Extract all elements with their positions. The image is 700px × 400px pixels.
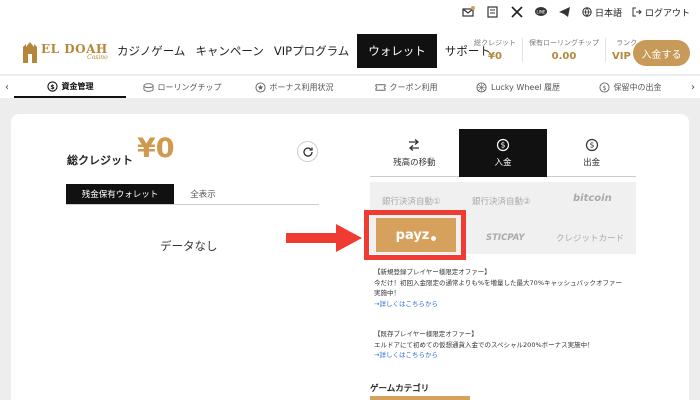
game-category-bar[interactable] xyxy=(370,396,470,400)
refresh-button[interactable] xyxy=(297,141,318,162)
tab-divider xyxy=(66,204,319,205)
stat-credit-value: ¥0 xyxy=(488,51,502,62)
tab-label: 残高の移動 xyxy=(393,157,436,168)
logout-link[interactable]: ログアウト xyxy=(632,6,690,19)
subnav-label: Lucky Wheel 履歴 xyxy=(491,82,560,92)
stat-rolling-chip: 保有ローリングチップ 0.00 xyxy=(522,38,605,62)
tab-wallet-balance[interactable]: 残金保有ウォレット xyxy=(66,184,174,204)
subnav-rolling-chip[interactable]: ローリングチップ xyxy=(126,76,238,98)
wallet-subnav: ‹ $ 資金管理 ローリングチップ ボーナス利用状況 クーポン利用 Lucky … xyxy=(0,76,700,98)
tab-balance-transfer[interactable]: 残高の移動 xyxy=(370,129,459,177)
language-selector[interactable]: 日本語 xyxy=(582,6,622,19)
red-arrow-annotation xyxy=(286,224,362,252)
svg-text:$: $ xyxy=(589,140,594,149)
nav-wallet[interactable]: ウォレット xyxy=(357,34,437,68)
help-icon[interactable] xyxy=(486,5,500,19)
subnav-coupon[interactable]: クーポン利用 xyxy=(350,76,462,98)
refresh-icon xyxy=(302,146,313,157)
top-utility-bar: LINE 日本語 ログアウト xyxy=(0,0,700,28)
method-bitcoin[interactable]: bitcoin xyxy=(573,193,612,204)
method-sticpay[interactable]: STICPAY xyxy=(486,233,525,243)
subnav-bonus-status[interactable]: ボーナス利用状況 xyxy=(238,76,350,98)
method-credit-card[interactable]: クレジットカード xyxy=(556,232,624,244)
subnav-lucky-wheel[interactable]: Lucky Wheel 履歴 xyxy=(462,76,574,98)
tab-label: 出金 xyxy=(583,157,601,168)
withdraw-dollar-icon: $ xyxy=(585,138,598,151)
payz-highlight-box xyxy=(364,210,466,260)
account-stats: 総クレジット ¥0 保有ローリングチップ 0.00 ランク VIP 1 xyxy=(468,38,647,62)
deposit-button[interactable]: 入金する xyxy=(633,40,690,66)
subnav-label: クーポン利用 xyxy=(389,82,438,92)
logo-castle-icon xyxy=(23,42,37,63)
nav-casino-games[interactable]: カジノゲーム xyxy=(112,34,190,68)
chevron-right-icon[interactable]: › xyxy=(686,82,700,93)
method-bank-auto-1[interactable]: 銀行決済自動① xyxy=(382,195,441,207)
wallet-credit-value: ¥0 xyxy=(137,133,175,164)
logout-icon xyxy=(632,7,642,17)
promo-text: エルドアにて初めての仮想通貨入金でのスペシャル200%ボーナス実施中！ xyxy=(374,340,594,349)
subnav-label: ボーナス利用状況 xyxy=(269,82,334,92)
game-category-heading: ゲームカテゴリ xyxy=(370,384,430,394)
svg-text:$: $ xyxy=(501,141,506,150)
subnav-fund-management[interactable]: $ 資金管理 xyxy=(14,76,126,98)
telegram-icon[interactable] xyxy=(558,5,572,19)
subnav-label: 保留中の出金 xyxy=(613,82,662,92)
dollar-circle-icon: $ xyxy=(598,81,610,93)
dollar-circle-icon: $ xyxy=(46,80,58,92)
wallet-credit-label: 総クレジット xyxy=(67,154,133,167)
promo-new-player: 【新規登録プレイヤー様限定オファー】 今だけ！初回入金限定の通常よりも%を増量し… xyxy=(374,267,622,309)
mailbox-icon[interactable] xyxy=(462,5,476,19)
wheel-icon xyxy=(476,81,487,93)
promo-text: 実施中！ xyxy=(374,289,400,297)
top-icons: LINE 日本語 ログアウト xyxy=(462,5,690,19)
tab-deposit[interactable]: $ 入金 xyxy=(458,129,548,177)
stat-rolling-value: 0.00 xyxy=(551,51,577,62)
language-label: 日本語 xyxy=(594,8,622,19)
logout-label: ログアウト xyxy=(644,8,690,19)
deposit-dollar-icon: $ xyxy=(496,138,510,152)
nav-campaign[interactable]: キャンペーン xyxy=(190,34,268,68)
stat-rolling-label: 保有ローリングチップ xyxy=(529,39,599,47)
transfer-arrows-icon xyxy=(409,138,420,151)
main-header: EL DOAH Casino カジノゲーム キャンペーン VIPプログラム ウォ… xyxy=(0,28,700,74)
line-chat-icon[interactable]: LINE xyxy=(534,5,548,19)
tab-label: 入金 xyxy=(494,158,512,168)
promo-title: 【新規登録プレイヤー様限定オファー】 xyxy=(374,268,491,276)
chips-icon xyxy=(142,82,154,92)
empty-state-text: データなし xyxy=(160,239,218,253)
subnav-label: ローリングチップ xyxy=(157,82,222,92)
promo-text: 今だけ！初回入金限定の通常よりも%を増量した最大70%キャッシュバックオファー xyxy=(374,278,622,287)
globe-icon xyxy=(582,7,592,17)
method-bank-auto-2[interactable]: 銀行決済自動② xyxy=(472,195,531,207)
star-badge-icon xyxy=(254,81,266,93)
promo-link[interactable]: →詳しくはこちらから xyxy=(374,350,594,361)
stat-total-credit: 総クレジット ¥0 xyxy=(468,38,522,62)
svg-text:$: $ xyxy=(50,82,55,90)
chevron-left-icon[interactable]: ‹ xyxy=(0,82,14,93)
site-logo[interactable]: EL DOAH Casino xyxy=(22,41,108,63)
tab-withdraw[interactable]: $ 出金 xyxy=(547,129,637,177)
promo-title: 【既存プレイヤー様限定オファー】 xyxy=(374,330,478,338)
transaction-tabs: 残高の移動 $ 入金 $ 出金 xyxy=(370,129,637,177)
svg-text:LINE: LINE xyxy=(537,10,546,15)
nav-vip-program[interactable]: VIPプログラム xyxy=(269,34,354,68)
subnav-label: 資金管理 xyxy=(61,81,94,91)
ticket-icon xyxy=(374,83,386,91)
main-nav: カジノゲーム キャンペーン VIPプログラム ウォレット サポート xyxy=(112,34,496,68)
promo-link[interactable]: →詳しくはこちらから xyxy=(374,299,622,310)
x-social-icon[interactable] xyxy=(510,5,524,19)
stat-credit-label: 総クレジット xyxy=(474,39,516,47)
subnav-pending-withdrawal[interactable]: $ 保留中の出金 xyxy=(574,76,686,98)
svg-text:$: $ xyxy=(602,83,606,91)
promo-existing-player: 【既存プレイヤー様限定オファー】 エルドアにて初めての仮想通貨入金でのスペシャル… xyxy=(374,329,594,361)
tab-show-all[interactable]: 全表示 xyxy=(174,184,232,204)
